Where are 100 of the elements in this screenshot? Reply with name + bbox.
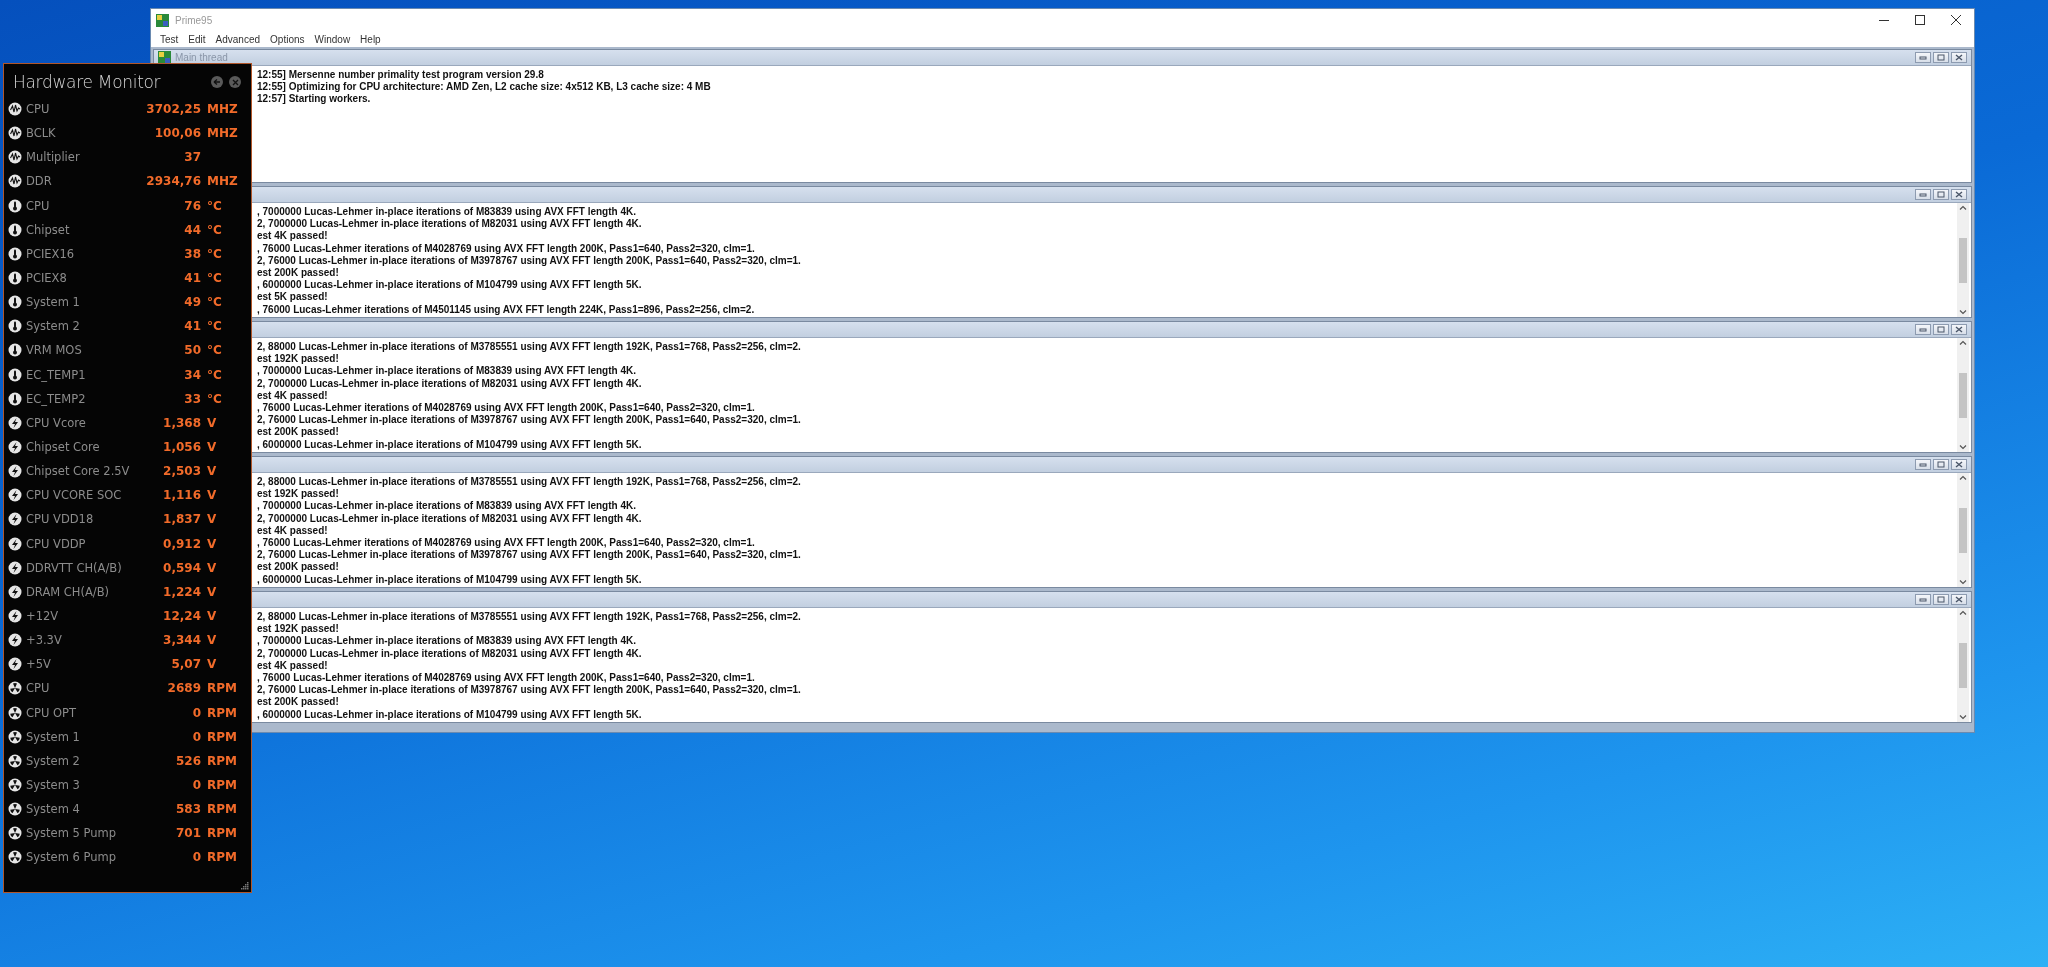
minimize-icon (1919, 596, 1927, 603)
restore-icon (1937, 191, 1945, 198)
sensor-value: 38 (184, 246, 201, 261)
sensor-value: 1,116 (163, 488, 201, 503)
sensor-label: VRM MOS (26, 343, 83, 358)
sensor-label: Chipset Core 2.5V (26, 464, 131, 479)
resize-grip-icon[interactable] (241, 882, 249, 890)
sensor-label: +3.3V (26, 633, 63, 648)
sensor-unit: V (206, 440, 218, 455)
menu-item[interactable]: Edit (183, 33, 211, 45)
sensor-unit: RPM (206, 729, 238, 744)
menu-item[interactable]: Help (355, 33, 386, 45)
sensor-unit: V (206, 584, 218, 599)
close-button[interactable] (1951, 52, 1967, 63)
log-line: est 4K passed! (257, 659, 328, 672)
waveform-icon (8, 150, 22, 165)
sensor-unit: MHZ (206, 174, 239, 189)
scroll-up-icon[interactable] (1959, 205, 1967, 210)
log-line: 2, 88000 Lucas-Lehmer in-place iterations of M3785551 using AVX FFT length 192K, Pass1=768, Pass2=256, clm=2. (257, 476, 801, 489)
log-line: 2, 88000 Lucas-Lehmer in-place iterations of M3785551 using AVX FFT length 192K, Pass1=768, Pass2=256, clm=2. (257, 341, 801, 354)
sensor-unit: RPM (206, 778, 238, 792)
scrollbar[interactable] (1957, 338, 1969, 452)
sensor-label: System 1 (26, 729, 81, 744)
sensor-unit: °C (206, 295, 223, 310)
restore-button[interactable] (1933, 52, 1949, 63)
sensor-value: 0 (192, 705, 201, 720)
log-line: , 76000 Lucas-Lehmer iterations of M4028769 using AVX FFT length 200K, Pass1=640, Pass2=320, clm=1. (257, 672, 755, 685)
restore-icon (1937, 461, 1945, 468)
scroll-thumb[interactable] (1959, 237, 1967, 283)
sensor-label: CPU Vcore (26, 415, 87, 430)
scrollbar[interactable] (1957, 473, 1969, 587)
sensor-value: 0 (192, 729, 201, 744)
menu-item[interactable]: Test (155, 33, 184, 45)
minimize-button[interactable] (1915, 459, 1931, 470)
menu-item[interactable]: Options (265, 33, 310, 45)
minimize-button[interactable] (1915, 52, 1931, 63)
minimize-icon (1919, 191, 1927, 198)
thermometer-icon (8, 198, 22, 213)
sensor-unit: °C (206, 343, 223, 358)
log-line: 2, 7000000 Lucas-Lehmer in-place iterations of M82031 using AVX FFT length 4K. (257, 647, 642, 660)
minimize-button[interactable] (1915, 189, 1931, 200)
sensor-value: 583 (175, 802, 201, 817)
back-button[interactable] (211, 76, 223, 88)
scroll-thumb[interactable] (1959, 642, 1967, 688)
sensor-value: 0,912 (163, 536, 201, 551)
restore-button[interactable] (1933, 324, 1949, 335)
sensor-value: 34 (184, 367, 201, 382)
thermometer-icon (8, 391, 22, 406)
scroll-up-icon[interactable] (1959, 340, 1967, 345)
close-button[interactable] (1951, 459, 1967, 470)
sensor-label: System 4 (26, 802, 81, 817)
scroll-up-icon[interactable] (1959, 610, 1967, 615)
minimize-button[interactable] (1915, 324, 1931, 335)
close-icon (1955, 326, 1963, 333)
close-icon (1951, 15, 1961, 25)
waveform-icon (8, 102, 22, 117)
close-button[interactable] (1951, 594, 1967, 605)
close-button[interactable] (1951, 189, 1967, 200)
restore-button[interactable] (1933, 189, 1949, 200)
restore-button[interactable] (1933, 459, 1949, 470)
lightning-icon (8, 440, 22, 455)
sensor-value: 76 (184, 198, 201, 213)
menu-item[interactable]: Window (309, 33, 356, 45)
sensor-label: CPU VDDP (26, 536, 87, 551)
sensor-unit: V (206, 609, 218, 623)
scrollbar[interactable] (1957, 203, 1969, 317)
sensor-label: PCIEX16 (26, 246, 76, 261)
scroll-down-icon[interactable] (1959, 715, 1967, 720)
log-line: 2, 7000000 Lucas-Lehmer in-place iterations of M82031 using AVX FFT length 4K. (257, 377, 642, 390)
sensor-label: System 2 (26, 753, 81, 768)
sensor-label: CPU OPT (26, 705, 78, 720)
close-button[interactable] (1951, 324, 1967, 335)
log-line: 12:55] Optimizing for CPU architecture: AMD Zen, L2 cache size: 4x512 KB, L3 cache size: 4 MB (257, 81, 711, 94)
waveform-icon (8, 126, 22, 141)
scrollbar[interactable] (1957, 608, 1969, 722)
fan-icon (8, 705, 22, 720)
sensor-unit: °C (206, 319, 223, 334)
sensor-unit: V (206, 657, 218, 672)
sensor-label: PCIEX8 (26, 271, 68, 286)
sensor-label: +5V (26, 657, 52, 672)
log-line: 2, 76000 Lucas-Lehmer in-place iterations of M3978767 using AVX FFT length 200K, Pass1=640, Pass2=320, clm=1. (257, 684, 801, 697)
restore-button[interactable] (1933, 594, 1949, 605)
sensor-label: DDR (26, 174, 53, 189)
restore-icon (1937, 596, 1945, 603)
sensor-unit: °C (206, 198, 223, 213)
scroll-down-icon[interactable] (1959, 445, 1967, 450)
thermometer-icon (8, 367, 22, 382)
sensor-value: 41 (184, 271, 201, 286)
sensor-label: +12V (26, 609, 60, 623)
scroll-up-icon[interactable] (1959, 475, 1967, 480)
scroll-thumb[interactable] (1959, 372, 1967, 418)
menu-item[interactable]: Advanced (210, 33, 266, 45)
scroll-down-icon[interactable] (1959, 580, 1967, 585)
scroll-thumb[interactable] (1959, 507, 1967, 553)
minimize-button[interactable] (1915, 594, 1931, 605)
sensor-unit: MHZ (206, 126, 239, 141)
log-line: 12:57] Starting workers. (257, 93, 371, 106)
sensor-value: 1,837 (163, 512, 201, 527)
lightning-icon (8, 512, 22, 527)
scroll-down-icon[interactable] (1959, 310, 1967, 315)
